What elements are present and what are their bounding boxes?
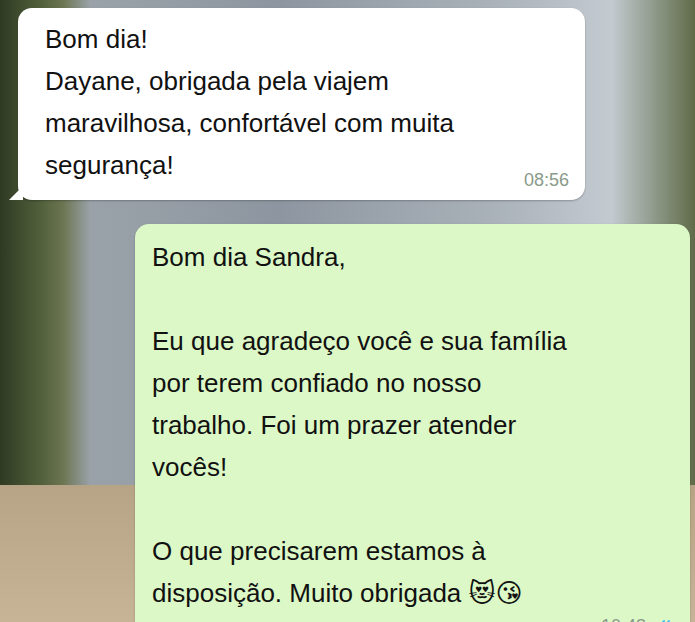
message-row: Bom dia! Dayane, obrigada pela viajem ma…: [18, 8, 690, 200]
message-row: Bom dia Sandra, Eu que agradeço você e s…: [18, 224, 690, 622]
message-text: Bom dia Sandra, Eu que agradeço você e s…: [152, 236, 676, 614]
outgoing-bubble[interactable]: Bom dia Sandra, Eu que agradeço você e s…: [135, 224, 690, 622]
message-meta: 10:48: [152, 614, 676, 622]
double-check-icon: [650, 618, 676, 622]
incoming-bubble[interactable]: Bom dia! Dayane, obrigada pela viajem ma…: [18, 8, 585, 200]
message-time: 10:48: [601, 616, 646, 622]
chat-screen: Bom dia! Dayane, obrigada pela viajem ma…: [0, 0, 695, 622]
message-text: Bom dia! Dayane, obrigada pela viajem ma…: [45, 18, 569, 186]
message-meta: 08:56: [45, 168, 569, 192]
message-time: 08:56: [524, 170, 569, 191]
bubble-tail: [9, 186, 23, 200]
